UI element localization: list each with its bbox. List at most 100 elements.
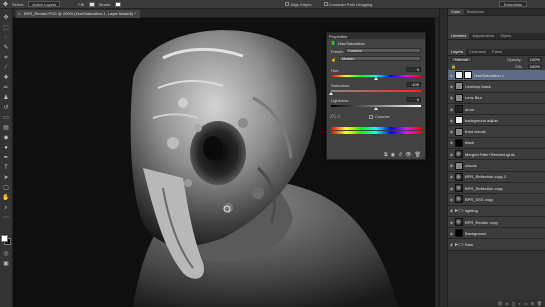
workspace-dropdown[interactable]: Essentials [498, 1, 527, 7]
channel-dropdown[interactable]: Master [339, 56, 421, 61]
visibility-eye-icon[interactable]: ◉ [448, 118, 455, 123]
screen-mode-icon[interactable]: ▣ [2, 261, 10, 268]
visibility-icon[interactable]: 👁 [405, 152, 411, 158]
layer-thumbnail[interactable] [455, 127, 463, 136]
layer-thumbnail[interactable] [455, 82, 463, 91]
preset-dropdown[interactable]: Custom [345, 48, 421, 53]
tab-paths[interactable]: Paths [489, 49, 505, 55]
layer-mask-thumbnail[interactable] [464, 71, 472, 80]
layer-row[interactable]: ◉ BPR_Reflection copy [448, 182, 545, 195]
type-icon[interactable]: T [2, 165, 10, 172]
layer-thumbnail[interactable] [455, 138, 463, 147]
visibility-eye-icon[interactable]: ◉ [448, 163, 455, 168]
new-layer-icon[interactable]: ⊞ [531, 301, 534, 306]
lock-icon[interactable]: 🔒 [451, 64, 456, 69]
clip-to-layer-icon[interactable]: ⧉ [384, 152, 388, 158]
visibility-eye-icon[interactable]: ◉ [448, 152, 455, 157]
visibility-eye-icon[interactable]: ◉ [448, 73, 455, 78]
layer-row[interactable]: ◉ BPR_Reflection copy 2 [448, 171, 545, 183]
hand-icon[interactable]: ✋ [2, 195, 10, 202]
visibility-eye-icon[interactable]: ◉ [448, 242, 455, 247]
reset-icon[interactable]: ↺ [398, 152, 402, 158]
tab-color[interactable]: Color [448, 9, 464, 15]
layer-row[interactable]: ◉ Merged Filter+RenderLights [448, 149, 545, 161]
layer-row[interactable]: ◉ drool [448, 103, 545, 116]
trash-icon[interactable]: 🗑 [537, 301, 542, 306]
tab-channels[interactable]: Channels [466, 49, 489, 55]
more-tools-icon[interactable]: ⋯ [2, 215, 10, 222]
layer-row[interactable]: ◉ ▸▭ Raw [448, 239, 545, 251]
gradient-icon[interactable]: ▤ [2, 125, 10, 132]
folder-icon[interactable]: ▸▭ [455, 241, 464, 249]
stroke-swatch[interactable] [115, 1, 122, 7]
tab-layers[interactable]: Layers [448, 49, 467, 55]
colorize-option[interactable]: Colorize [369, 114, 390, 119]
constrain-path-option[interactable]: Constrain Path Dragging [323, 2, 372, 7]
saturation-slider-handle[interactable] [329, 92, 333, 95]
shape-icon[interactable]: ▢ [2, 185, 10, 192]
layer-thumbnail[interactable] [455, 195, 463, 204]
visibility-eye-icon[interactable]: ◉ [448, 107, 455, 112]
layer-row[interactable]: ◉ Unsharp Mask [448, 81, 545, 93]
layer-thumbnail[interactable] [455, 218, 463, 226]
visibility-eye-icon[interactable]: ◉ [448, 174, 455, 179]
eyedropper-icon[interactable]: ⁄ [2, 65, 10, 72]
lightness-value[interactable]: 0 [406, 97, 421, 102]
tab-adjustments[interactable]: Adjustments [469, 33, 497, 39]
view-previous-icon[interactable]: ◉ [391, 152, 395, 158]
foreground-color-swatch[interactable] [1, 235, 8, 242]
layer-row[interactable]: ◉ Hue/Saturation 1 [448, 70, 545, 82]
visibility-eye-icon[interactable]: ◉ [448, 84, 455, 89]
zoom-icon[interactable]: ⌕ [2, 205, 10, 212]
close-icon[interactable]: × [18, 10, 20, 18]
clone-stamp-icon[interactable]: ♟ [2, 95, 10, 102]
marquee-icon[interactable]: ⬚ [2, 25, 10, 32]
tab-styles[interactable]: Styles [497, 33, 514, 39]
visibility-eye-icon[interactable]: ◉ [448, 231, 455, 236]
dodge-icon[interactable]: ● [2, 145, 10, 152]
visibility-eye-icon[interactable]: ◉ [448, 140, 455, 145]
layer-thumbnail[interactable] [455, 116, 463, 125]
layer-thumbnail[interactable] [455, 105, 463, 114]
quick-mask-icon[interactable]: ◎ [2, 251, 10, 258]
saturation-value[interactable]: -100 [406, 82, 421, 87]
libraries-panel[interactable] [448, 40, 545, 49]
align-edges-option[interactable]: Align Edges [285, 2, 312, 7]
new-group-icon[interactable]: ▭ [524, 301, 528, 306]
path-select-icon[interactable]: ➤ [2, 175, 10, 182]
layer-row[interactable]: ◉ Lens Blur [448, 92, 545, 104]
delete-icon[interactable]: 🗑 [415, 152, 421, 158]
targeted-adjustment-icon[interactable]: ☝ [331, 57, 336, 62]
move-tool-icon[interactable]: ✥ [3, 1, 8, 8]
lasso-icon[interactable]: ◌ [2, 35, 10, 42]
crop-icon[interactable]: ⌗ [2, 55, 10, 62]
hue-slider-handle[interactable] [374, 77, 378, 80]
visibility-eye-icon[interactable]: ◉ [448, 208, 455, 213]
eyedropper-tools[interactable]: ⁄ ⁄₊ ⁄₋ [331, 114, 342, 120]
layer-thumbnail[interactable] [455, 184, 463, 193]
layer-thumbnail[interactable] [455, 71, 463, 80]
blend-mode-dropdown[interactable]: Normal [451, 57, 472, 62]
fx-icon[interactable]: fx [505, 301, 508, 306]
blur-icon[interactable]: ◆ [2, 135, 10, 142]
visibility-eye-icon[interactable]: ◉ [448, 129, 455, 134]
quick-select-icon[interactable]: ✎ [2, 45, 10, 52]
layer-row[interactable]: ◉ background adjust [448, 115, 545, 127]
pen-icon[interactable]: ✒ [2, 155, 10, 162]
lightness-slider-handle[interactable] [374, 107, 378, 110]
tab-swatches[interactable]: Swatches [464, 9, 487, 15]
folder-icon[interactable]: ▸▭ [455, 207, 464, 215]
healing-brush-icon[interactable]: ✚ [2, 75, 10, 82]
brush-icon[interactable]: ✏ [2, 85, 10, 92]
layer-row[interactable]: ◉ front clouds [448, 126, 545, 138]
link-layers-icon[interactable]: ⛓ [497, 301, 502, 306]
select-dropdown[interactable]: Active Layers [28, 1, 61, 7]
add-mask-icon[interactable]: ◫ [512, 301, 516, 306]
tab-libraries[interactable]: Libraries [448, 33, 470, 39]
layer-row[interactable]: ◉ BPR_SSS copy [448, 194, 545, 206]
layer-thumbnail[interactable] [455, 161, 463, 170]
layer-row[interactable]: ◉ black [448, 137, 545, 150]
layer-thumbnail[interactable] [455, 229, 463, 238]
color-panel[interactable] [448, 16, 545, 33]
adjustment-layer-icon[interactable]: ◐ [518, 301, 520, 306]
